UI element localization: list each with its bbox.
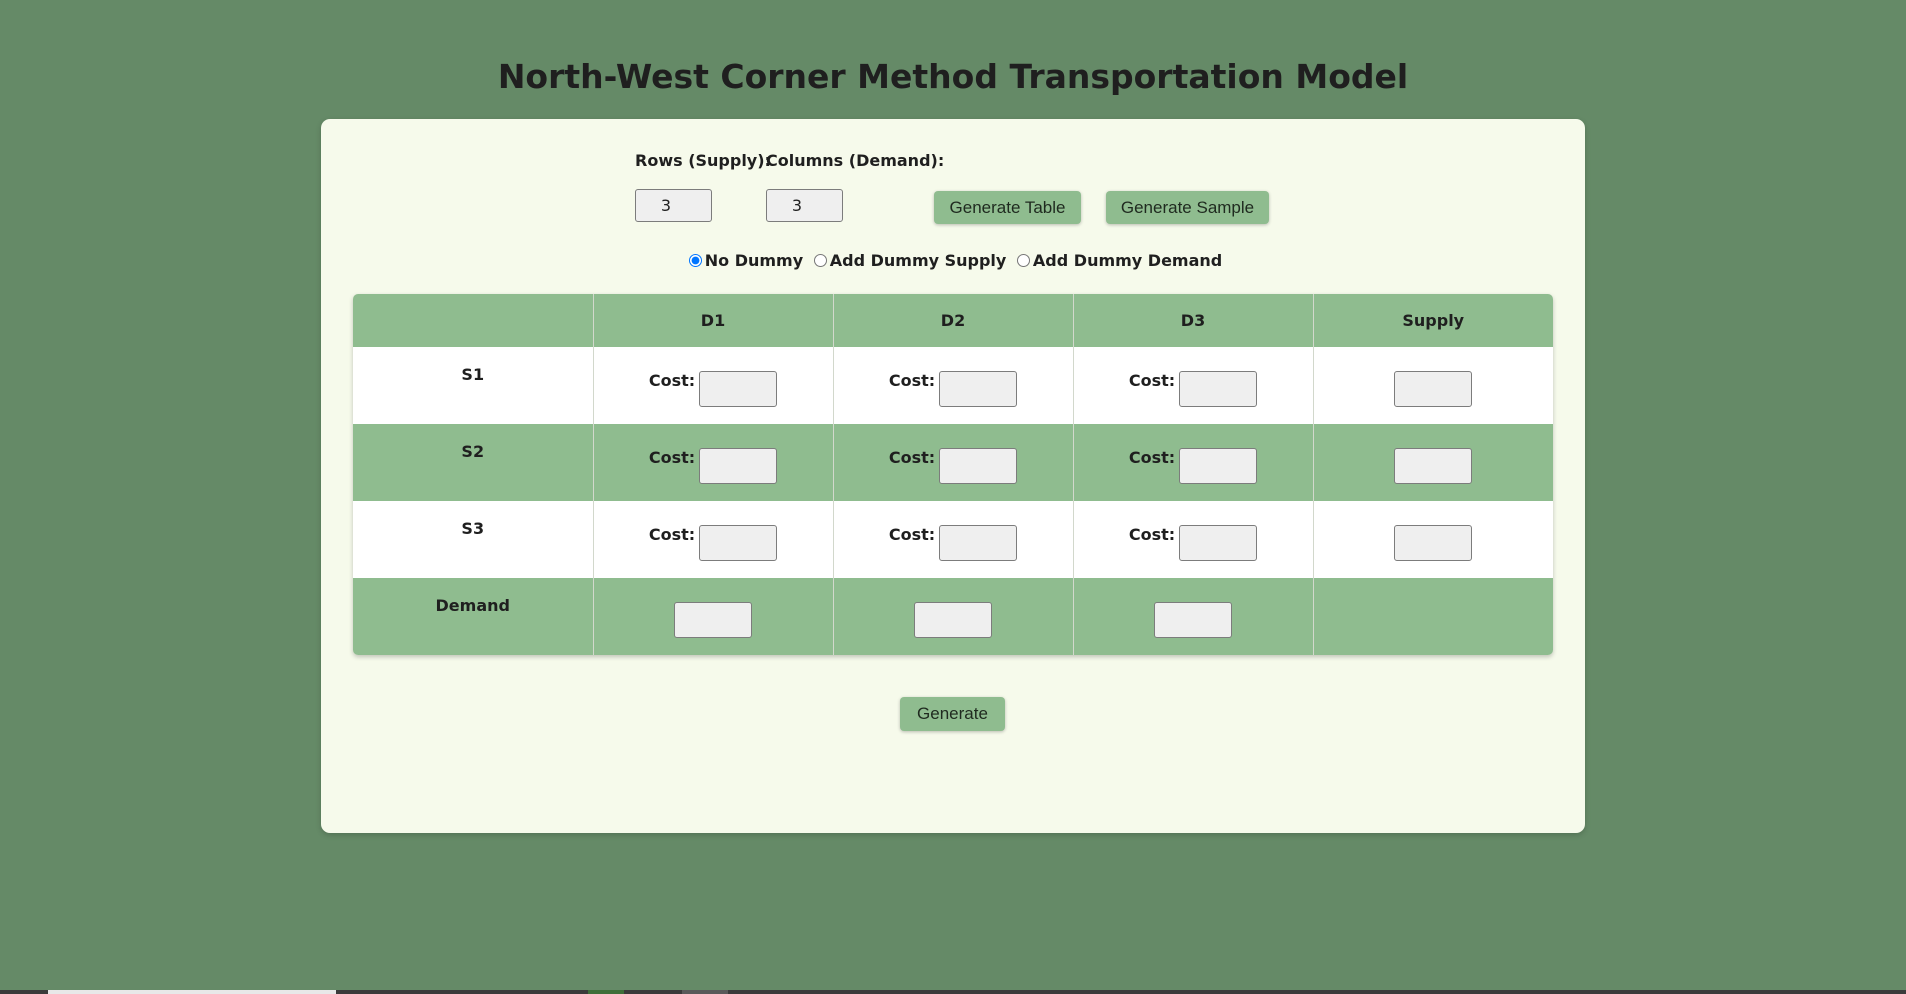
cost-input-s2-d3[interactable] (1179, 447, 1258, 484)
cost-label: Cost: (648, 371, 696, 390)
empty-cell (1313, 578, 1553, 655)
header-d1: D1 (593, 294, 834, 347)
cost-cell: Cost: (593, 501, 834, 578)
cost-label: Cost: (888, 371, 936, 390)
rows-label: Rows (Supply): (635, 151, 771, 170)
supply-cell (1313, 501, 1553, 578)
columns-label: Columns (Demand): (766, 151, 945, 170)
main-card: Rows (Supply): Columns (Demand): Generat… (321, 119, 1585, 833)
cost-label: Cost: (888, 525, 936, 544)
cost-cell: Cost: (833, 424, 1074, 501)
cost-label: Cost: (648, 525, 696, 544)
cost-input-s1-d1[interactable] (699, 370, 778, 407)
add-dummy-demand-radio[interactable] (1016, 253, 1030, 267)
dummy-options: No Dummy Add Dummy Supply Add Dummy Dema… (321, 249, 1585, 272)
cost-cell: Cost: (593, 424, 834, 501)
row-label-s3: S3 (353, 501, 594, 578)
demand-cell (833, 578, 1074, 655)
cost-input-s2-d2[interactable] (939, 447, 1018, 484)
supply-input-s1[interactable] (1394, 370, 1473, 407)
cost-label: Cost: (888, 448, 936, 467)
add-dummy-supply-option[interactable]: Add Dummy Supply (809, 250, 1007, 272)
cost-input-s1-d3[interactable] (1179, 370, 1258, 407)
columns-input[interactable] (766, 189, 843, 222)
add-dummy-supply-label: Add Dummy Supply (829, 250, 1007, 270)
demand-cell (1073, 578, 1314, 655)
demand-input-d3[interactable] (1154, 601, 1232, 638)
cost-cell: Cost: (1073, 424, 1314, 501)
no-dummy-radio[interactable] (688, 253, 702, 267)
demand-input-d2[interactable] (914, 601, 992, 638)
taskbar (0, 990, 1906, 994)
add-dummy-demand-label: Add Dummy Demand (1032, 250, 1223, 270)
cost-cell: Cost: (833, 501, 1074, 578)
rows-input[interactable] (635, 189, 712, 222)
supply-cell (1313, 347, 1553, 424)
cost-label: Cost: (1128, 525, 1176, 544)
row-label-s2: S2 (353, 424, 594, 501)
cost-cell: Cost: (593, 347, 834, 424)
header-d2: D2 (833, 294, 1074, 347)
supply-input-s3[interactable] (1394, 524, 1473, 561)
supply-input-s2[interactable] (1394, 447, 1473, 484)
demand-row: Demand (353, 578, 1553, 655)
corner-header (353, 294, 594, 347)
generate-sample-button[interactable]: Generate Sample (1106, 191, 1269, 224)
cost-cell: Cost: (1073, 501, 1314, 578)
header-supply: Supply (1402, 311, 1465, 330)
demand-input-d1[interactable] (674, 601, 752, 638)
header-d3: D3 (1073, 294, 1314, 347)
add-dummy-demand-option[interactable]: Add Dummy Demand (1012, 250, 1222, 272)
table-row: S2 Cost: Cost: Cost: (353, 424, 1553, 501)
page-title: North-West Corner Method Transportation … (497, 57, 1409, 96)
cost-input-s1-d2[interactable] (939, 370, 1018, 407)
cost-cell: Cost: (1073, 347, 1314, 424)
generate-table-button[interactable]: Generate Table (934, 191, 1081, 224)
row-label-s1: S1 (353, 347, 594, 424)
cost-input-s3-d1[interactable] (699, 524, 778, 561)
no-dummy-option[interactable]: No Dummy (684, 250, 803, 272)
add-dummy-supply-radio[interactable] (813, 253, 827, 267)
table-row: S1 Cost: Cost: Cost: (353, 347, 1553, 424)
table-row: S3 Cost: Cost: Cost: (353, 501, 1553, 578)
row-label-demand: Demand (353, 578, 594, 655)
table-header-row: D1 D2 D3 Supply (353, 294, 1553, 347)
cost-label: Cost: (1128, 371, 1176, 390)
generate-button[interactable]: Generate (900, 697, 1005, 731)
cost-label: Cost: (1128, 448, 1176, 467)
cost-input-s2-d1[interactable] (699, 447, 778, 484)
cost-input-s3-d2[interactable] (939, 524, 1018, 561)
no-dummy-label: No Dummy (704, 250, 804, 270)
cost-cell: Cost: (833, 347, 1074, 424)
transportation-table: D1 D2 D3 Supply S1 Cost: Cost: Cost: S2 … (353, 294, 1553, 655)
cost-input-s3-d3[interactable] (1179, 524, 1258, 561)
taskbar-item[interactable] (682, 990, 728, 994)
cost-label: Cost: (648, 448, 696, 467)
demand-cell (593, 578, 834, 655)
taskbar-active-item[interactable] (48, 990, 336, 994)
supply-cell (1313, 424, 1553, 501)
taskbar-item[interactable] (588, 990, 624, 994)
